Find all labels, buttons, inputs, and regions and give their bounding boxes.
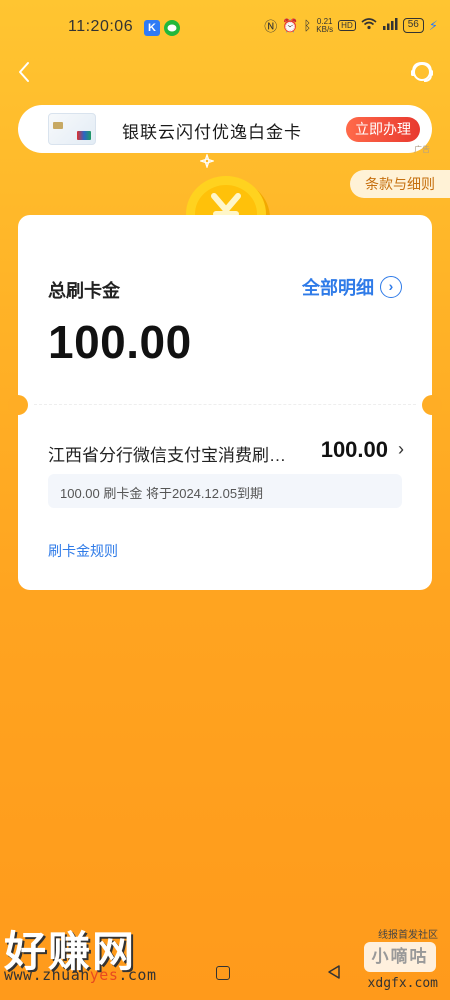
all-details-label: 全部明细 <box>302 278 374 298</box>
system-nav-bar <box>0 946 450 1000</box>
apply-now-button[interactable]: 立即办理 <box>346 117 420 142</box>
credit-card-image <box>48 113 96 145</box>
battery-indicator: 56 <box>402 18 424 33</box>
terms-button[interactable]: 条款与细则 <box>350 170 450 198</box>
watermark-right-tagline: 线报首发社区 <box>378 930 438 941</box>
nav-back-icon[interactable] <box>326 964 342 980</box>
banner-text: 银联云闪付优逸白金卡 <box>122 123 302 142</box>
ad-banner[interactable]: 银联云闪付优逸白金卡 立即办理 <box>18 105 432 153</box>
bluetooth-icon: ᛒ <box>303 18 312 33</box>
app-notification-icon: K <box>144 20 160 36</box>
total-label: 总刷卡金 <box>48 281 120 301</box>
transaction-name[interactable]: 江西省分行微信支付宝消费刷… <box>48 441 298 466</box>
charging-icon: ⚡ <box>428 17 438 33</box>
nfc-icon: Ⓝ <box>264 19 278 34</box>
wechat-notification-icon <box>164 20 180 36</box>
status-icons: Ⓝ ⏰ ᛒ 0.21 KB/s HD 56 ⚡ <box>264 16 438 35</box>
recent-apps-button[interactable] <box>216 966 230 980</box>
all-details-link[interactable]: 全部明细 › <box>302 274 402 300</box>
transaction-expiry-text: 100.00 刷卡金 将于2024.12.05到期 <box>60 486 264 501</box>
back-button[interactable] <box>12 58 36 86</box>
wifi-icon <box>361 18 377 33</box>
rules-link[interactable]: 刷卡金规则 <box>48 541 118 561</box>
alarm-icon: ⏰ <box>282 17 299 33</box>
status-time: 11:20:06 <box>68 18 134 35</box>
rebate-card: 总刷卡金 全部明细 › 100.00 江西省分行微信支付宝消费刷… 100.00… <box>8 215 442 590</box>
status-bar: 11:20:06 K Ⓝ ⏰ ᛒ 0.21 KB/s HD 56 ⚡ <box>0 0 450 56</box>
sparkle-icon <box>200 154 214 168</box>
chevron-right-circle-icon: › <box>380 276 402 298</box>
dashed-divider <box>34 404 416 405</box>
chevron-right-icon[interactable]: › <box>398 439 404 460</box>
network-speed: 0.21 KB/s <box>316 17 334 34</box>
total-amount: 100.00 <box>48 316 192 368</box>
hd-icon: HD <box>338 20 356 31</box>
ad-label: 广告 <box>414 145 430 154</box>
customer-service-icon[interactable] <box>408 58 436 86</box>
speed-unit: KB/s <box>316 24 334 34</box>
card-notch-left <box>8 395 28 415</box>
signal-icon <box>382 18 398 33</box>
transaction-amount[interactable]: 100.00 <box>321 437 388 463</box>
transaction-expiry-box: 100.00 刷卡金 将于2024.12.05到期 <box>48 474 402 508</box>
card-notch-right <box>422 395 442 415</box>
